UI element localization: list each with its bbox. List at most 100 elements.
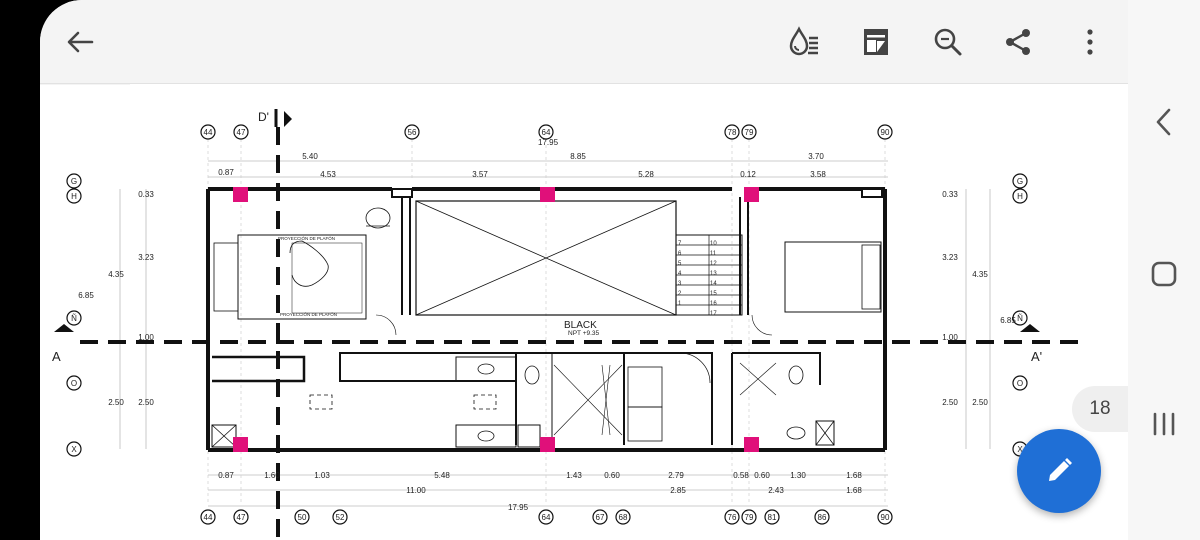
- dim-top-row3-value: 3.57: [472, 170, 488, 179]
- axis-left-O: O: [71, 379, 77, 388]
- dim-top-total: 17.95: [538, 138, 559, 147]
- dim-top-row2-value: 8.85: [570, 152, 586, 161]
- axis-right-Ñ: Ñ: [1017, 314, 1023, 323]
- dim-top-row3-value: 3.58: [810, 170, 826, 179]
- dim-left-value: 0.33: [138, 190, 154, 199]
- dim-bottom-row1-value: 1.30: [790, 471, 806, 480]
- page-layout-button[interactable]: [856, 22, 896, 62]
- axis-right-H: H: [1017, 192, 1023, 201]
- axis-bottom-79: 79: [745, 513, 754, 522]
- dim-top-row3-value: 0.12: [740, 170, 756, 179]
- dim-left-value: 2.50: [138, 398, 154, 407]
- edit-fab-button[interactable]: [1017, 429, 1101, 513]
- axis-bottom-67: 67: [596, 513, 605, 522]
- dim-left-value: 3.23: [138, 253, 154, 262]
- share-icon: [1006, 29, 1030, 55]
- axis-top-44: 44: [204, 128, 213, 137]
- axis-top-90: 90: [881, 128, 890, 137]
- ink-settings-button[interactable]: [784, 22, 824, 62]
- dim-left-value: 1.00: [138, 333, 154, 342]
- dim-left-value: 2.50: [108, 398, 124, 407]
- section-label-right: A': [1031, 349, 1042, 364]
- system-back-button[interactable]: [1144, 102, 1184, 142]
- stair-step-number: 4: [678, 271, 682, 277]
- axis-bottom-86: 86: [818, 513, 827, 522]
- axis-left-H: H: [71, 192, 77, 201]
- dim-top-row3-value: 4.53: [320, 170, 336, 179]
- more-options-button[interactable]: [1070, 22, 1110, 62]
- search-button[interactable]: [928, 22, 968, 62]
- dim-bottom-row2-value: 1.68: [846, 486, 862, 495]
- stair-step-number: 11: [710, 251, 717, 257]
- dim-top-row2-value: 5.40: [302, 152, 318, 161]
- dim-left-value: 6.85: [78, 291, 94, 300]
- axis-top-79: 79: [745, 128, 754, 137]
- home-square-icon: [1151, 261, 1177, 287]
- axis-bottom-50: 50: [298, 513, 307, 522]
- axis-top-47: 47: [237, 128, 246, 137]
- page-layout-icon: [864, 29, 888, 55]
- document-viewer: D' A A' BLACK NPT +9.35 PROYECCIÓN DE PL…: [0, 0, 1200, 540]
- floor-plan-canvas[interactable]: D' A A' BLACK NPT +9.35 PROYECCIÓN DE PL…: [40, 85, 1128, 540]
- dim-top-row3-value: 5.28: [638, 170, 654, 179]
- axis-bottom-76: 76: [728, 513, 737, 522]
- axis-right-O: O: [1017, 379, 1023, 388]
- system-recents-button[interactable]: [1144, 404, 1184, 444]
- dim-bottom-row2-value: 2.85: [670, 486, 686, 495]
- top-app-bar: [40, 0, 1128, 84]
- stair-step-number: 15: [710, 291, 717, 297]
- stair-step-number: 1: [678, 301, 682, 307]
- axis-right-G: G: [1017, 177, 1023, 186]
- stair-step-number: 3: [678, 281, 682, 287]
- recent-apps-icon: [1153, 412, 1175, 436]
- axis-bottom-52: 52: [336, 513, 345, 522]
- axis-top-56: 56: [408, 128, 417, 137]
- dim-bottom-row1-value: 0.60: [754, 471, 770, 480]
- dim-right-value: 3.23: [942, 253, 958, 262]
- dim-bottom-total: 17.95: [508, 503, 529, 512]
- zoom-search-icon: [934, 28, 962, 56]
- dim-bottom-row2-value: 11.00: [406, 486, 426, 495]
- axis-top-64: 64: [542, 128, 551, 137]
- dim-bottom-row1-value: 1.68: [846, 471, 862, 480]
- axis-top-78: 78: [728, 128, 737, 137]
- page-number-indicator[interactable]: 18: [1072, 386, 1128, 432]
- back-button[interactable]: [60, 22, 100, 62]
- stair-step-number: 17: [710, 311, 717, 317]
- axis-left-Ñ: Ñ: [71, 314, 77, 323]
- ceiling-note-2: PROYECCIÓN DE PLAFÓN: [280, 311, 337, 317]
- axis-left-X: X: [71, 445, 77, 454]
- dim-bottom-row1-value: 0.87: [218, 471, 234, 480]
- stair-step-number: 10: [710, 241, 717, 247]
- ceiling-note-1: PROYECCIÓN DE PLAFÓN: [278, 235, 335, 241]
- stair-step-number: 5: [678, 261, 682, 267]
- share-button[interactable]: [998, 22, 1038, 62]
- dim-bottom-row1-value: 1.60: [264, 471, 280, 480]
- stair-step-number: 14: [710, 281, 717, 287]
- axis-bottom-44: 44: [204, 513, 213, 522]
- dim-top-row2-value: 0.87: [218, 168, 234, 177]
- axis-left-G: G: [71, 177, 77, 186]
- axis-bottom-68: 68: [619, 513, 628, 522]
- stair-step-number: 2: [678, 291, 682, 297]
- dim-bottom-row1-value: 0.60: [604, 471, 620, 480]
- arrow-left-icon: [67, 31, 94, 53]
- system-home-button[interactable]: [1144, 254, 1184, 294]
- dim-right-value: 4.35: [972, 270, 988, 279]
- axis-bottom-90: 90: [881, 513, 890, 522]
- system-navigation-bar: [1128, 0, 1200, 540]
- stair-step-number: 12: [710, 261, 717, 267]
- axis-bottom-47: 47: [237, 513, 246, 522]
- dim-left-value: 4.35: [108, 270, 124, 279]
- section-label-left: A: [52, 349, 61, 364]
- level-label: NPT +9.35: [568, 330, 600, 337]
- axis-bottom-81: 81: [768, 513, 777, 522]
- dim-bottom-row1-value: 0.58: [733, 471, 749, 480]
- dim-bottom-row1-value: 1.03: [314, 471, 330, 480]
- stair-step-number: 13: [710, 271, 717, 277]
- dim-right-value: 2.50: [972, 398, 988, 407]
- dim-bottom-row1-value: 5.48: [434, 471, 450, 480]
- stair-step-number: 16: [710, 301, 717, 307]
- axis-bottom-64: 64: [542, 513, 551, 522]
- pencil-icon: [1049, 458, 1072, 481]
